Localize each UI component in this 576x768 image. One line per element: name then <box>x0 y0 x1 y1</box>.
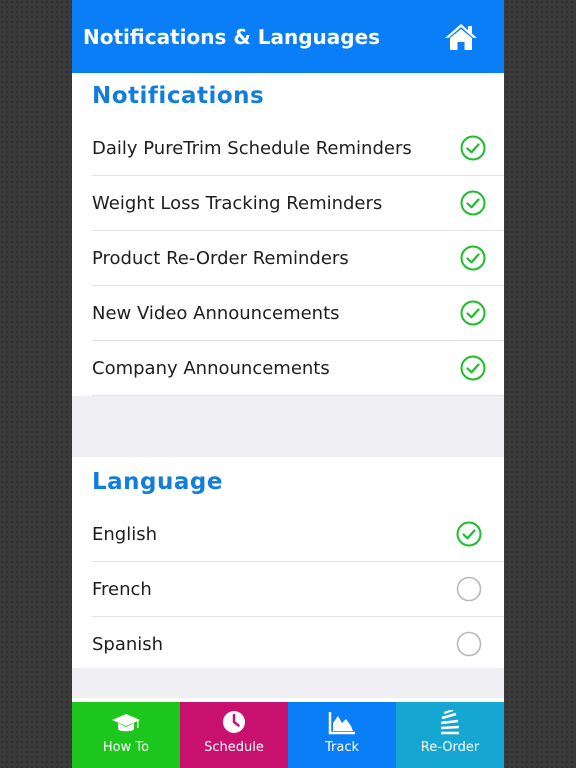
check-circle-icon[interactable] <box>460 355 486 381</box>
notifications-heading: Notifications <box>92 83 265 109</box>
tab-how-to[interactable]: How To <box>72 702 180 768</box>
section-divider <box>72 396 504 457</box>
notification-label: New Video Announcements <box>92 302 340 324</box>
tab-bar: How To Schedule Track Re-Order <box>72 702 504 768</box>
notification-label: Weight Loss Tracking Reminders <box>92 192 383 214</box>
radio-empty-icon[interactable] <box>456 576 482 602</box>
tab-track[interactable]: Track <box>288 702 396 768</box>
header-bar: Notifications & Languages <box>72 0 504 73</box>
notifications-list: Daily PureTrim Schedule Reminders Weight… <box>72 121 504 396</box>
check-circle-icon[interactable] <box>456 521 482 547</box>
radio-empty-icon[interactable] <box>456 631 482 657</box>
check-circle-icon[interactable] <box>460 245 486 271</box>
language-heading: Language <box>92 469 223 495</box>
clock-icon <box>223 711 245 733</box>
stack-icon <box>440 710 460 735</box>
notification-label: Company Announcements <box>92 357 330 379</box>
check-circle-icon[interactable] <box>460 135 486 161</box>
language-label: English <box>92 523 157 545</box>
notification-label: Daily PureTrim Schedule Reminders <box>92 137 412 159</box>
notification-row-reorder[interactable]: Product Re-Order Reminders <box>92 231 504 286</box>
language-row-spanish[interactable]: Spanish <box>92 617 504 672</box>
page-title: Notifications & Languages <box>83 24 381 49</box>
area-chart-icon <box>328 712 355 735</box>
tab-label: Re-Order <box>420 740 480 755</box>
tab-re-order[interactable]: Re-Order <box>396 702 504 768</box>
app-screen: Notifications & Languages Notifications … <box>72 0 504 768</box>
home-icon <box>445 24 477 50</box>
notification-row-company[interactable]: Company Announcements <box>92 341 504 396</box>
check-circle-icon[interactable] <box>460 190 486 216</box>
language-section: Language English French Spanish <box>72 457 504 672</box>
tab-label: How To <box>102 740 150 755</box>
notification-label: Product Re-Order Reminders <box>92 247 349 269</box>
tab-label: Schedule <box>204 740 264 755</box>
language-row-french[interactable]: French <box>92 562 504 617</box>
notification-row-video[interactable]: New Video Announcements <box>92 286 504 341</box>
notification-row-schedule[interactable]: Daily PureTrim Schedule Reminders <box>92 121 504 176</box>
graduation-cap-icon <box>112 714 140 732</box>
tab-label: Track <box>324 740 360 755</box>
bottom-spacer <box>72 668 504 698</box>
notification-row-weight-loss[interactable]: Weight Loss Tracking Reminders <box>92 176 504 231</box>
language-label: Spanish <box>92 633 164 655</box>
language-label: French <box>92 578 152 600</box>
tab-schedule[interactable]: Schedule <box>180 702 288 768</box>
check-circle-icon[interactable] <box>460 300 486 326</box>
home-button[interactable] <box>444 22 478 52</box>
language-row-english[interactable]: English <box>92 507 504 562</box>
